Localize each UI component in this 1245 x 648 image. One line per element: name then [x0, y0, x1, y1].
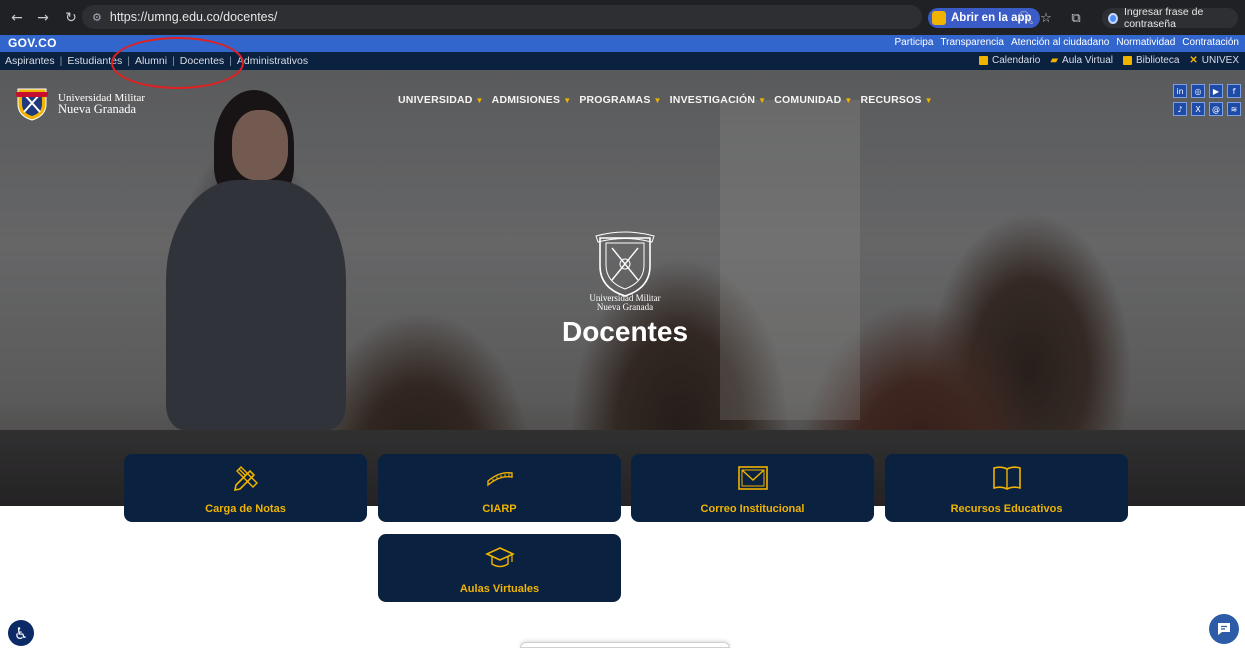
nav-universidad[interactable]: UNIVERSIDAD ▼ [398, 94, 484, 106]
annotation-ellipse [111, 37, 244, 89]
facebook-icon[interactable]: f [1227, 84, 1241, 98]
card-recursos-educativos[interactable]: Recursos Educativos [885, 454, 1128, 522]
passphrase-label: Ingresar frase de contraseña [1123, 6, 1204, 30]
nav-label: UNIVERSIDAD [398, 94, 473, 106]
url-text: https://umng.edu.co/docentes/ [109, 10, 278, 24]
graduation-cap-icon: ▰ [1050, 55, 1059, 66]
shield-icon [16, 88, 48, 121]
browser-toolbar: ← → ↻ ⚙ https://umng.edu.co/docentes/ Ab… [0, 0, 1245, 35]
threads-icon[interactable]: @ [1209, 102, 1223, 116]
nav-investigacion[interactable]: INVESTIGACIÓN ▼ [670, 94, 767, 106]
nav-programas[interactable]: PROGRAMAS ▼ [579, 94, 661, 106]
chevron-down-icon: ▼ [758, 95, 767, 105]
pencil-ruler-icon [233, 466, 258, 492]
book-icon [1123, 56, 1133, 65]
gov-logo[interactable]: GOV.CO [8, 36, 57, 50]
extensions-icon[interactable]: ⧉ [1066, 8, 1086, 28]
address-bar[interactable]: ⚙ https://umng.edu.co/docentes/ [82, 5, 922, 29]
chevron-down-icon: ▼ [653, 95, 662, 105]
gov-link-normatividad[interactable]: Normatividad [1116, 37, 1175, 48]
card-aulas-virtuales[interactable]: Aulas Virtuales [378, 534, 621, 602]
audience-link-administrativos[interactable]: Administrativos [237, 55, 308, 67]
reload-icon[interactable]: ↻ [60, 7, 82, 29]
crest-name: Universidad Militar Nueva Granada [560, 294, 690, 312]
zoom-icon[interactable]: 🔍︎ [1016, 8, 1036, 28]
spotify-icon[interactable]: ≋ [1227, 102, 1241, 116]
x-icon[interactable]: X [1191, 102, 1205, 116]
tool-label: UNIVEX [1201, 55, 1239, 66]
envelope-icon [737, 466, 768, 490]
gov-link-atencion[interactable]: Atención al ciudadano [1011, 37, 1109, 48]
university-crest-icon [595, 231, 655, 297]
forward-arrow-icon[interactable]: → [32, 7, 54, 29]
tool-label: Aula Virtual [1062, 55, 1114, 66]
tool-label: Calendario [991, 55, 1041, 66]
chevron-down-icon: ▼ [475, 95, 484, 105]
nav-comunidad[interactable]: COMUNIDAD ▼ [774, 94, 852, 106]
card-ciarp[interactable]: CIARP [378, 454, 621, 522]
youtube-icon[interactable]: ▶ [1209, 84, 1223, 98]
tool-label: Biblioteca [1136, 55, 1180, 66]
graduation-cap-icon [484, 547, 515, 568]
gov-link-participa[interactable]: Participa [894, 37, 933, 48]
social-links: in ◎ ▶ f ♪ X @ ≋ [1173, 84, 1241, 116]
university-logo[interactable]: Universidad Militar Nueva Granada [14, 86, 145, 122]
chevron-down-icon: ▼ [563, 95, 572, 105]
card-label: Correo Institucional [700, 503, 805, 515]
chat-icon[interactable] [1209, 614, 1239, 644]
bottom-popup-tab[interactable] [520, 642, 730, 648]
accessibility-icon[interactable]: ♿︎ [8, 620, 34, 646]
page-title: Docentes [561, 316, 689, 347]
app-icon [932, 11, 946, 25]
card-label: Carga de Notas [205, 503, 286, 515]
nav-label: RECURSOS [860, 94, 922, 106]
chat-bubble-icon [1218, 623, 1230, 635]
back-arrow-icon[interactable]: ← [6, 7, 28, 29]
card-label: Recursos Educativos [950, 503, 1063, 515]
tool-links: Calendario ▰ Aula Virtual Biblioteca ✕ UNI… [978, 55, 1239, 66]
nav-admisiones[interactable]: ADMISIONES ▼ [492, 94, 572, 106]
tool-link-calendario[interactable]: Calendario [978, 55, 1041, 66]
chevron-down-icon: ▼ [924, 95, 933, 105]
logo-text: Universidad Militar Nueva Granada [58, 93, 145, 116]
gov-link-transparencia[interactable]: Transparencia [940, 37, 1004, 48]
book-icon [992, 466, 1021, 490]
nav-label: ADMISIONES [491, 94, 561, 106]
card-label: CIARP [482, 503, 517, 515]
tool-link-aula-virtual[interactable]: ▰ Aula Virtual [1050, 55, 1113, 66]
nav-recursos[interactable]: RECURSOS ▼ [861, 94, 933, 106]
ruler-icon [486, 471, 513, 487]
calendar-icon [978, 56, 988, 65]
nav-label: INVESTIGACIÓN [669, 94, 756, 106]
main-navigation: UNIVERSIDAD ▼ ADMISIONES ▼ PROGRAMAS ▼ INVE… [398, 94, 933, 106]
card-correo-institucional[interactable]: Correo Institucional [631, 454, 874, 522]
card-label: Aulas Virtuales [459, 583, 540, 595]
bookmark-star-icon[interactable]: ☆ [1036, 8, 1056, 28]
x-icon: ✕ [1189, 55, 1198, 66]
tiktok-icon[interactable]: ♪ [1173, 102, 1187, 116]
gov-links: Participa Transparencia Atención al ciud… [894, 37, 1239, 48]
audience-link-aspirantes[interactable]: Aspirantes [5, 55, 55, 67]
hero-banner: Universidad Militar Nueva Granada UNIVER… [0, 70, 1245, 506]
gov-link-contratacion[interactable]: Contratación [1182, 37, 1239, 48]
chevron-down-icon: ▼ [844, 95, 853, 105]
linkedin-icon[interactable]: in [1173, 84, 1187, 98]
crest-line-2: Nueva Granada [596, 302, 654, 312]
site-settings-icon[interactable]: ⚙ [92, 11, 102, 24]
passphrase-chip[interactable]: Ingresar frase de contraseña [1102, 6, 1238, 30]
tool-link-biblioteca[interactable]: Biblioteca [1123, 55, 1179, 66]
separator: | [59, 55, 63, 67]
nav-label: COMUNIDAD [774, 94, 842, 106]
sync-icon [1108, 12, 1118, 24]
logo-line-2: Nueva Granada [58, 102, 137, 116]
card-carga-de-notas[interactable]: Carga de Notas [124, 454, 367, 522]
instagram-icon[interactable]: ◎ [1191, 84, 1205, 98]
tool-link-univex[interactable]: ✕ UNIVEX [1189, 55, 1239, 66]
nav-label: PROGRAMAS [579, 94, 651, 106]
